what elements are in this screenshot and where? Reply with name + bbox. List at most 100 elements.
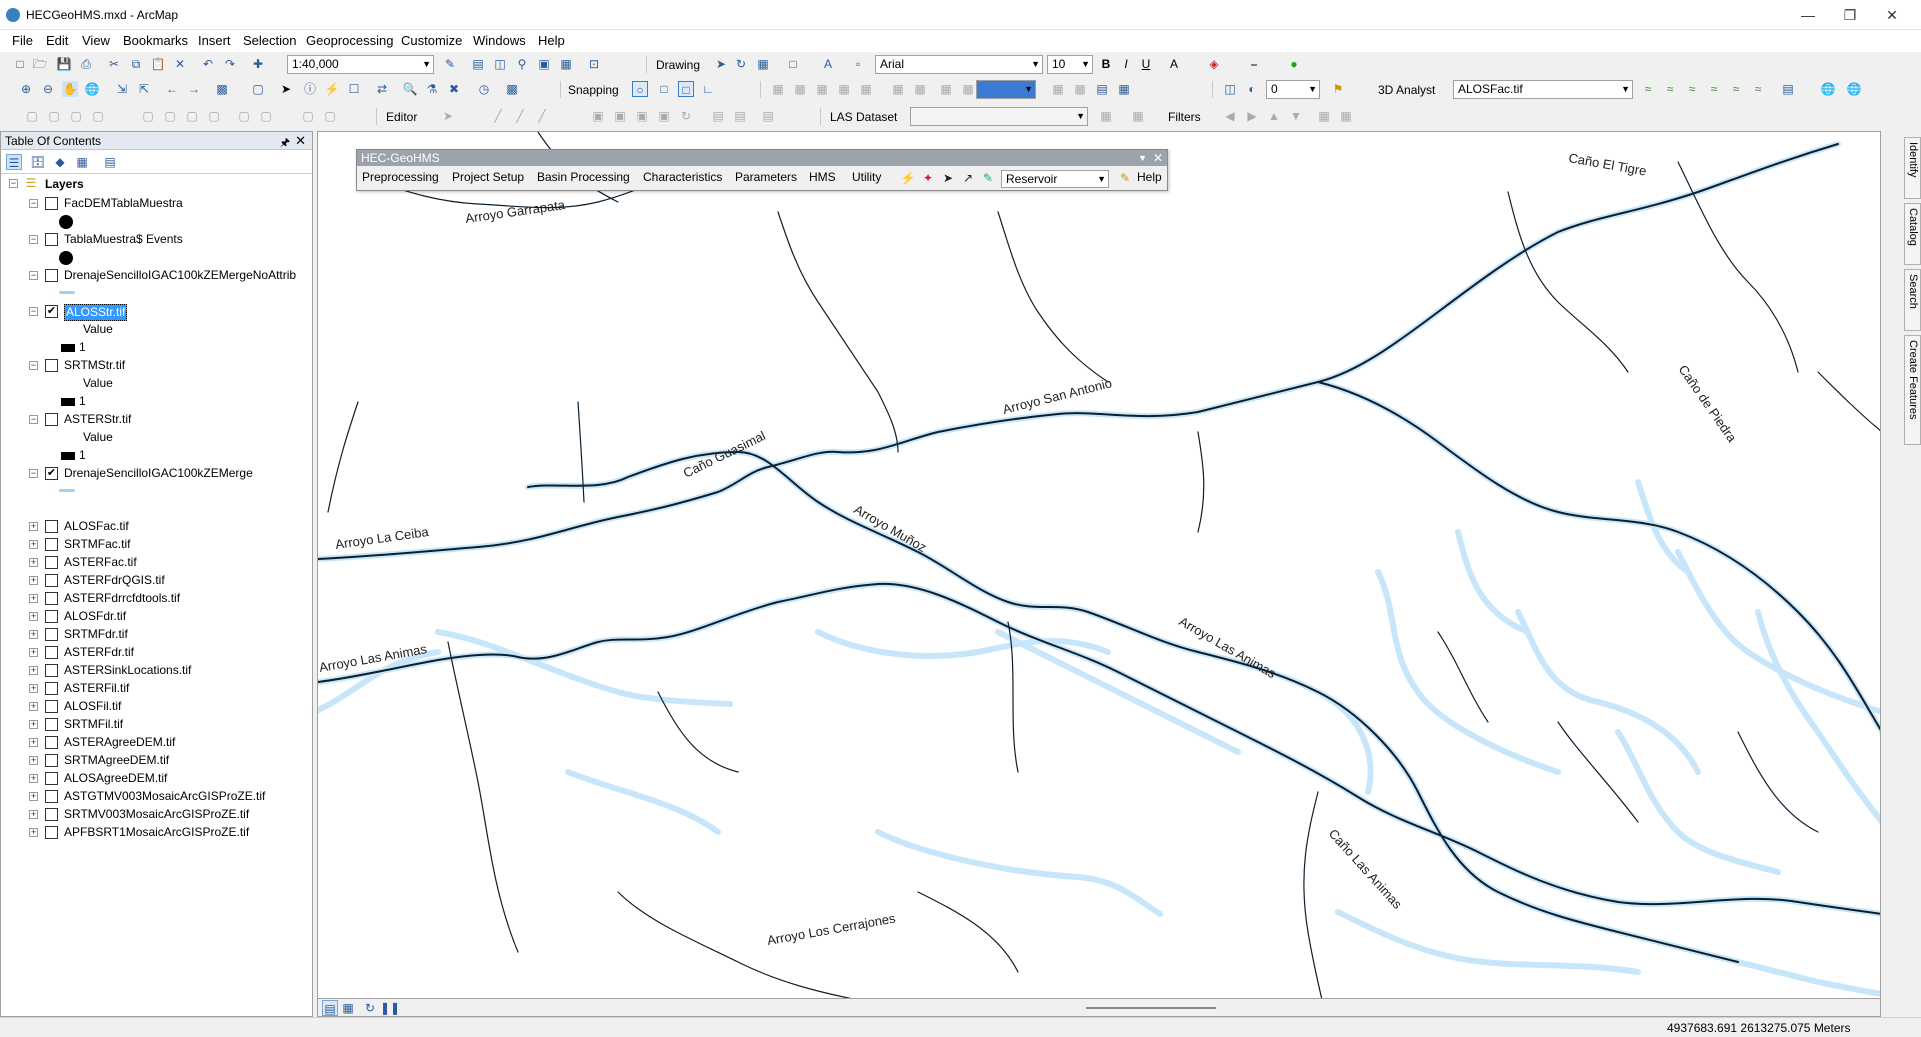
layer-visibility-checkbox[interactable]	[45, 574, 58, 587]
add-effects-icon[interactable]: ◫	[1222, 81, 1238, 97]
layer-name[interactable]: SRTMStr.tif	[64, 358, 125, 375]
add-outlet-icon[interactable]: ➤	[940, 170, 956, 186]
layer-name[interactable]: SRTMFac.tif	[64, 537, 130, 554]
layer-name[interactable]: DrenajeSencilloIGAC100kZEMergeNoAttrib	[64, 268, 296, 285]
layer-name[interactable]: SRTMFil.tif	[64, 717, 123, 734]
dock-tab-create-features[interactable]: Create Features	[1904, 335, 1921, 445]
select-features-icon[interactable]: ▩	[214, 81, 230, 97]
collapse-icon[interactable]: −	[29, 235, 38, 244]
delete-icon[interactable]: ✕	[172, 56, 188, 72]
table-of-contents-icon[interactable]: ▤	[470, 56, 486, 72]
hec-menu-parameters[interactable]: Parameters	[735, 170, 797, 184]
3d-analyst-layer-combo[interactable]: ALOSFac.tif ▼	[1453, 80, 1633, 99]
layer-visibility-checkbox[interactable]: ✔	[45, 467, 58, 480]
cut-icon[interactable]: ✂	[106, 56, 122, 72]
select-elements-icon[interactable]: ➤	[713, 56, 729, 72]
map-canvas[interactable]: Arroyo Garrapata Caño El Tigre Arroyo Sa…	[318, 132, 1881, 999]
font-size-combo[interactable]: 10 ▼	[1047, 55, 1093, 74]
layer-name[interactable]: ASTERFdrQGIS.tif	[64, 573, 165, 590]
layer-visibility-checkbox[interactable]	[45, 359, 58, 372]
chevron-down-icon[interactable]: ▼	[1138, 150, 1147, 166]
layer-visibility-checkbox[interactable]	[45, 736, 58, 749]
layer-name[interactable]: ASTERFil.tif	[64, 681, 129, 698]
new-document-icon[interactable]: □	[12, 56, 28, 72]
identify-icon[interactable]: ⓘ	[302, 81, 318, 97]
dock-tab-search[interactable]: Search	[1904, 269, 1921, 331]
layer-visibility-checkbox[interactable]	[45, 772, 58, 785]
layer-name[interactable]: DrenajeSencilloIGAC100kZEMerge	[64, 466, 253, 483]
refresh-icon[interactable]: ↻	[362, 1000, 378, 1016]
back-extent-icon[interactable]: ←	[164, 81, 180, 97]
expand-icon[interactable]: +	[29, 684, 38, 693]
level-combo[interactable]: 0 ▼	[1266, 80, 1320, 99]
go-to-xy-icon[interactable]: ✖	[446, 81, 462, 97]
expand-icon[interactable]: +	[29, 774, 38, 783]
layer-visibility-checkbox[interactable]	[45, 664, 58, 677]
steepest-path-icon[interactable]: ≈	[1662, 81, 1678, 97]
map-view[interactable]: Arroyo Garrapata Caño El Tigre Arroyo Sa…	[317, 131, 1881, 999]
layer-name[interactable]: SRTMAgreeDEM.tif	[64, 753, 169, 770]
menu-insert[interactable]: Insert	[198, 33, 231, 48]
vertex-snapping-icon[interactable]: □	[678, 81, 694, 97]
collapse-icon[interactable]: −	[29, 469, 38, 478]
open-folder-icon[interactable]: 🗁	[32, 56, 48, 72]
layer-name[interactable]: ASTERFdr.tif	[64, 645, 134, 662]
time-slider-icon[interactable]: ◷	[476, 81, 492, 97]
hec-title-bar[interactable]: HEC-GeoHMS ▼ ✕	[357, 150, 1167, 166]
expand-icon[interactable]: +	[29, 594, 38, 603]
collapse-icon[interactable]: −	[29, 199, 38, 208]
save-icon[interactable]: 💾	[56, 56, 72, 72]
layers-root[interactable]: Layers	[45, 177, 84, 194]
layer-visibility-checkbox[interactable]	[45, 646, 58, 659]
layer-visibility-checkbox[interactable]	[45, 592, 58, 605]
menu-view[interactable]: View	[82, 33, 110, 48]
layer-name[interactable]: ALOSStr.tif	[64, 304, 128, 321]
menu-file[interactable]: File	[12, 33, 33, 48]
point-snapping-icon[interactable]: ○	[632, 81, 648, 97]
interpolate-polygon-icon[interactable]: ≈	[1750, 81, 1766, 97]
layer-name[interactable]: ASTERStr.tif	[64, 412, 131, 429]
menu-bookmarks[interactable]: Bookmarks	[123, 33, 188, 48]
find-route-icon[interactable]: ⚗	[424, 81, 440, 97]
layer-name[interactable]: SRTMFdr.tif	[64, 627, 128, 644]
layer-visibility-checkbox[interactable]	[45, 197, 58, 210]
collapse-icon[interactable]: −	[9, 179, 18, 188]
layer-visibility-checkbox[interactable]	[45, 628, 58, 641]
expand-icon[interactable]: +	[29, 576, 38, 585]
menu-edit[interactable]: Edit	[46, 33, 68, 48]
layer-visibility-checkbox[interactable]	[45, 700, 58, 713]
measure-icon[interactable]: ⇄	[374, 81, 390, 97]
layer-name[interactable]: APFBSRT1MosaicArcGISProZE.tif	[64, 825, 249, 842]
close-icon[interactable]: ✕	[295, 133, 306, 149]
expand-icon[interactable]: +	[29, 792, 38, 801]
layer-visibility-checkbox[interactable]	[45, 610, 58, 623]
measure-slope-icon[interactable]: ✎	[980, 170, 996, 186]
add-data-icon[interactable]: ✚	[250, 56, 266, 72]
menu-customize[interactable]: Customize	[401, 33, 462, 48]
zoom-out-icon[interactable]: ⊖	[40, 81, 56, 97]
layer-visibility-checkbox[interactable]	[45, 413, 58, 426]
list-by-visibility-icon[interactable]: ◆	[52, 154, 68, 170]
graph-icon[interactable]: ▦	[1116, 81, 1132, 97]
expand-icon[interactable]: +	[29, 738, 38, 747]
rotate-icon[interactable]: ↻	[733, 56, 749, 72]
expand-icon[interactable]: +	[29, 648, 38, 657]
horizontal-scrollbar[interactable]	[1086, 1007, 1216, 1009]
pan-icon[interactable]: ✋	[62, 81, 78, 97]
swipe-layer-combo[interactable]: ▼	[976, 80, 1036, 99]
collapse-icon[interactable]: −	[29, 415, 38, 424]
hec-menu-utility[interactable]: Utility	[852, 170, 881, 184]
layer-visibility-checkbox[interactable]	[45, 269, 58, 282]
expand-icon[interactable]: +	[29, 558, 38, 567]
fixed-zoom-in-icon[interactable]: ⇲	[114, 81, 130, 97]
html-popup-icon[interactable]: ☐	[346, 81, 362, 97]
expand-icon[interactable]: +	[29, 702, 38, 711]
layer-name[interactable]: SRTMV003MosaicArcGISProZE.tif	[64, 807, 249, 824]
identify-contributing-area-icon[interactable]: ⚡	[900, 170, 916, 186]
end-snapping-icon[interactable]: □	[656, 81, 672, 97]
zoom-in-icon[interactable]: ⊕	[18, 81, 34, 97]
filters-menu[interactable]: Filters	[1168, 110, 1201, 124]
layer-name[interactable]: ASTERAgreeDEM.tif	[64, 735, 175, 752]
layer-name[interactable]: ASTERSinkLocations.tif	[64, 663, 191, 680]
contour-icon[interactable]: ≈	[1640, 81, 1656, 97]
